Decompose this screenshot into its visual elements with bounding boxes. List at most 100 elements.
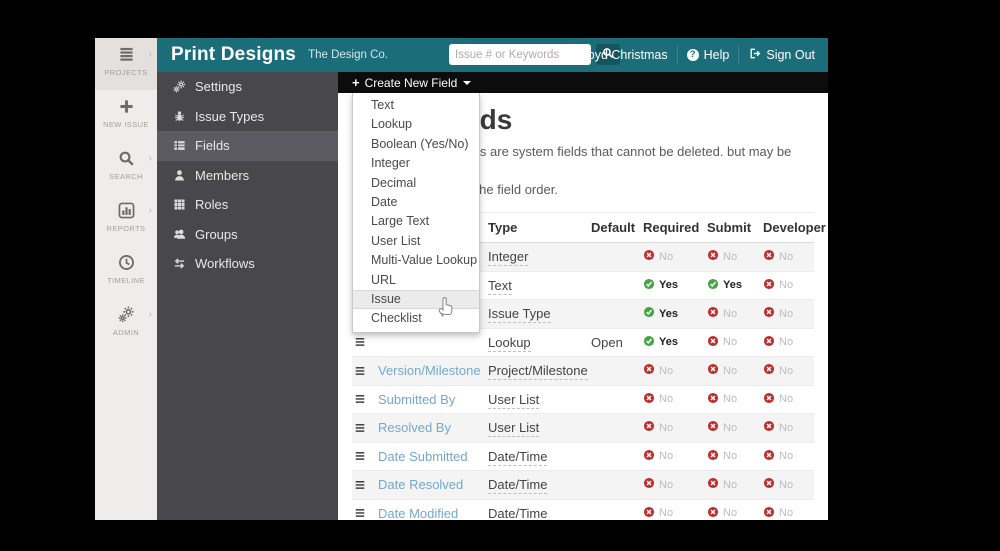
icon-sidebar: PROJECTS › NEW ISSUE SEARCH › REPORTS › TIMELIN… <box>95 38 157 520</box>
no-icon <box>643 477 655 492</box>
admin-menu-item-groups[interactable]: Groups <box>157 220 338 250</box>
row-name-cell: Date Resolved <box>352 477 488 493</box>
drag-handle-icon[interactable] <box>352 450 378 462</box>
dropdown-item-user-list[interactable]: User List <box>353 232 479 251</box>
status-label: No <box>723 336 738 349</box>
field-type-value: Lookup <box>488 334 531 352</box>
no-icon <box>763 278 775 293</box>
status-label: No <box>659 421 674 434</box>
sidebar-item-timeline[interactable]: TIMELINE <box>95 246 157 298</box>
dropdown-item-decimal[interactable]: Decimal <box>353 174 479 193</box>
field-name-link[interactable]: Version/Milestone <box>378 363 481 379</box>
sign-out-label: Sign Out <box>766 48 815 62</box>
admin-menu-item-members[interactable]: Members <box>157 161 338 191</box>
create-new-field-label: Create New Field <box>364 75 458 90</box>
no-icon <box>707 249 719 264</box>
dropdown-item-multi-value-lookup[interactable]: Multi-Value Lookup <box>353 251 479 270</box>
sign-out-link[interactable]: Sign Out <box>738 45 824 65</box>
drag-handle-icon[interactable] <box>352 336 378 348</box>
table-row: Date Submitted Date/Time No No No <box>352 443 814 471</box>
status-badge: Yes <box>643 306 678 321</box>
no-icon <box>643 449 655 464</box>
user-menu[interactable]: Lloyd Christmas <box>552 45 677 65</box>
admin-menu-item-roles[interactable]: Roles <box>157 190 338 220</box>
admin-menu-item-fields[interactable]: Fields <box>157 131 338 161</box>
dropdown-item-issue[interactable]: Issue <box>353 289 479 310</box>
dropdown-item-date[interactable]: Date <box>353 193 479 212</box>
dropdown-item-large-text[interactable]: Large Text <box>353 212 479 231</box>
status-badge: No <box>707 506 737 520</box>
field-developer-cell: No <box>763 249 814 264</box>
status-badge: No <box>707 392 737 407</box>
drag-handle-icon[interactable] <box>352 422 378 434</box>
field-name-link[interactable]: Resolved By <box>378 420 451 436</box>
status-badge: No <box>643 420 673 435</box>
column-header-developer: Developer <box>763 220 826 235</box>
admin-menu-item-workflows[interactable]: Workflows <box>157 249 338 279</box>
column-header-type: Type <box>488 220 518 235</box>
brand-title[interactable]: Print Designs <box>171 44 296 66</box>
dropdown-item-boolean-yes-no[interactable]: Boolean (Yes/No) <box>353 135 479 154</box>
admin-menu-item-settings[interactable]: Settings <box>157 72 338 102</box>
drag-handle-icon[interactable] <box>352 393 378 405</box>
admin-menu-label: Members <box>195 167 250 183</box>
field-name-link[interactable]: Date Submitted <box>378 448 468 464</box>
status-badge: No <box>763 506 793 520</box>
dropdown-item-lookup[interactable]: Lookup <box>353 115 479 134</box>
dropdown-item-integer[interactable]: Integer <box>353 154 479 173</box>
plus-icon: + <box>352 75 360 90</box>
status-badge: No <box>643 449 673 464</box>
bug-icon <box>172 110 187 123</box>
sidebar-item-label: TIMELINE <box>107 276 145 285</box>
drag-handle-icon[interactable] <box>352 365 378 377</box>
row-name-cell: Date Submitted <box>352 448 488 464</box>
status-label: No <box>659 450 674 463</box>
no-icon <box>763 363 775 378</box>
no-icon <box>763 392 775 407</box>
admin-menu-item-issue-types[interactable]: Issue Types <box>157 102 338 132</box>
field-required-cell: No <box>643 506 707 520</box>
status-label: No <box>779 421 794 434</box>
sidebar-item-admin[interactable]: ADMIN › <box>95 298 157 350</box>
drag-handle-icon[interactable] <box>352 507 378 519</box>
admin-sidebar: Settings Issue Types Fields Members Roles Gro… <box>157 72 338 520</box>
sidebar-item-reports[interactable]: REPORTS › <box>95 194 157 246</box>
field-name-cell: Date Submitted <box>378 448 488 464</box>
field-developer-cell: No <box>763 278 814 293</box>
drag-handle-icon[interactable] <box>352 479 378 491</box>
field-submit-cell: No <box>707 335 763 350</box>
field-type-value: Date/Time <box>488 477 548 495</box>
status-label: No <box>659 250 674 263</box>
user-icon <box>172 169 187 182</box>
sidebar-item-projects[interactable]: PROJECTS › <box>95 38 157 90</box>
sidebar-item-search[interactable]: SEARCH › <box>95 142 157 194</box>
sidebar-item-new-issue[interactable]: NEW ISSUE <box>95 90 157 142</box>
users-icon <box>172 228 187 241</box>
status-badge: No <box>643 506 673 520</box>
field-developer-cell: No <box>763 420 814 435</box>
status-badge: No <box>707 363 737 378</box>
field-type-value: Text <box>488 277 512 295</box>
grid-icon <box>172 198 187 211</box>
field-name-cell: Date Resolved <box>378 477 488 493</box>
dropdown-item-url[interactable]: URL <box>353 271 479 290</box>
no-icon <box>643 363 655 378</box>
create-new-field-button[interactable]: + Create New Field <box>352 75 472 90</box>
field-submit-cell: No <box>707 449 763 464</box>
field-type-value: Project/Milestone <box>488 363 588 381</box>
dropdown-item-checklist[interactable]: Checklist <box>353 309 479 328</box>
admin-menu-label: Roles <box>195 197 229 213</box>
field-name-link[interactable]: Submitted By <box>378 391 456 407</box>
row-name-cell <box>352 336 488 348</box>
row-name-cell: Resolved By <box>352 420 488 436</box>
field-developer-cell: No <box>763 306 814 321</box>
field-required-cell: No <box>643 392 707 407</box>
field-name-cell: Date Modified <box>378 505 488 520</box>
field-default-cell: Open <box>591 334 623 350</box>
field-name-link[interactable]: Date Resolved <box>378 477 464 493</box>
status-badge: Yes <box>643 278 678 293</box>
dropdown-item-text[interactable]: Text <box>353 96 479 115</box>
field-name-cell: Version/Milestone <box>378 363 488 379</box>
field-name-link[interactable]: Date Modified <box>378 505 459 520</box>
help-link[interactable]: ? Help <box>676 45 739 65</box>
